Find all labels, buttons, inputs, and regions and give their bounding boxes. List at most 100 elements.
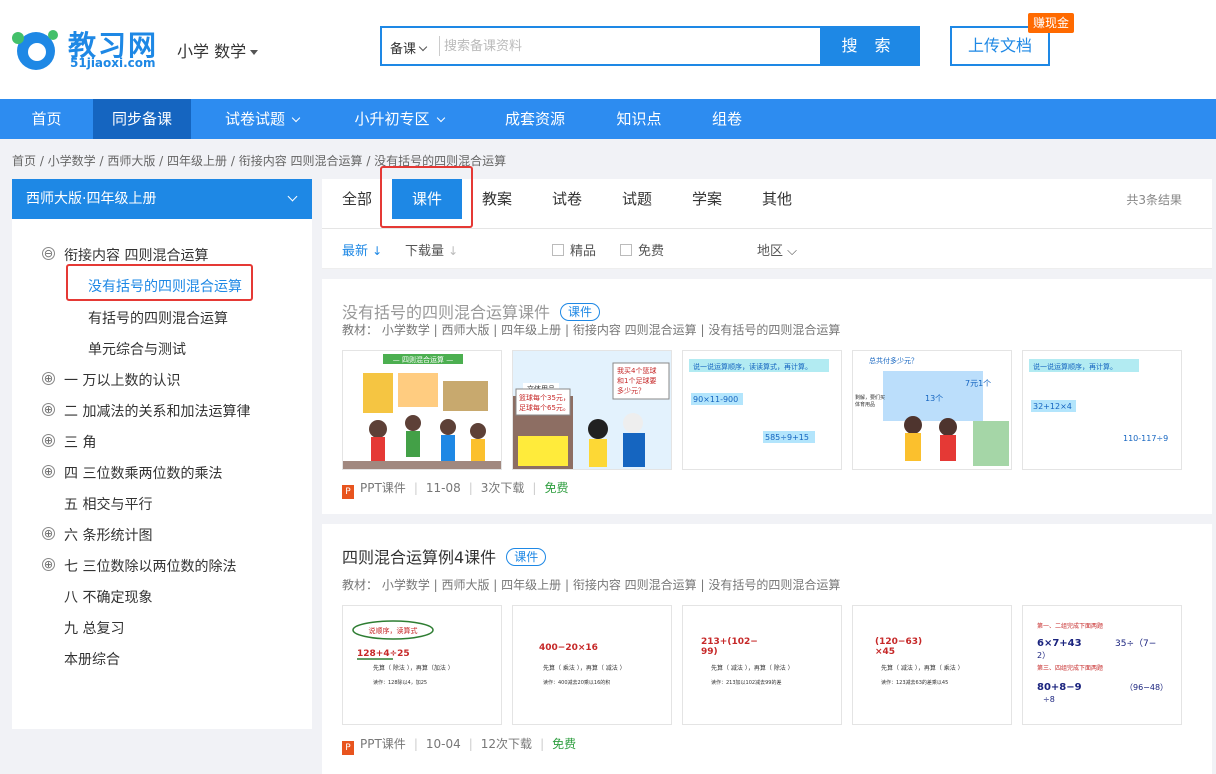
search-button[interactable]: 搜 索	[820, 28, 918, 64]
earn-cash-badge[interactable]: 赚现金	[1028, 13, 1075, 33]
slide-caption: 说一说运算顺序，读读算式，再计算。	[693, 362, 812, 371]
slide-thumbnail[interactable]: 说一说运算顺序，再计算。 32+12×4 110-117÷9	[1022, 350, 1182, 470]
result-title[interactable]: 四则混合运算例4课件 课件	[342, 544, 547, 568]
tree-item[interactable]: ⊕ 四 三位数乘两位数的乘法	[42, 463, 222, 483]
filter-free[interactable]: 免费	[620, 240, 664, 259]
slide-thumbnail[interactable]: 总共付多少元？ 7元1个 13个 剩解，要们买 体育用品	[852, 350, 1012, 470]
slide-text: 7元1个	[965, 379, 991, 388]
slide-thumbnail[interactable]: 第一、二组完成下面两题 6×7+43 35÷（7− 2） 第三、四组完成下面两题…	[1022, 605, 1182, 725]
slide-thumbnail[interactable]: 说一说运算顺序，读读算式，再计算。 90×11-900 585÷9+15	[682, 350, 842, 470]
slide-text: 128+4÷25	[357, 649, 410, 659]
slide-illustration: (120−63) ×45 先算（ 减法 ），再算（ 乘法 ） 读作：123减去6…	[853, 606, 1011, 724]
thumbnail-strip: — 四则混合运算 — 文体用品	[342, 350, 1184, 470]
expand-icon[interactable]: ⊕	[42, 558, 55, 571]
filter-region[interactable]: 地区 ⌵	[757, 240, 797, 259]
tree-item-label: 九 总复习	[64, 621, 125, 637]
tree-item[interactable]: ⊖ 衔接内容 四则混合运算	[42, 245, 208, 265]
nav-papers[interactable]: 试卷试题	[206, 99, 318, 139]
tree-item[interactable]: ⊕ 三 角	[42, 432, 96, 452]
divider: |	[468, 481, 473, 495]
slide-caption: 说一说运算顺序，再计算。	[1033, 362, 1117, 371]
expand-icon[interactable]: ⊕	[42, 434, 55, 447]
nav-resource-sets[interactable]: 成套资源	[490, 99, 580, 139]
slide-text: 99)	[701, 647, 718, 657]
tab-questions[interactable]: 试题	[612, 179, 662, 219]
nav-compose[interactable]: 组卷	[700, 99, 754, 139]
slide-text: (120−63)	[875, 637, 922, 647]
tab-highlight-box	[380, 166, 473, 228]
checkbox-icon[interactable]	[620, 244, 632, 256]
sort-downloads[interactable]: 下载量 ↓	[405, 240, 458, 259]
tree-item[interactable]: 有括号的四则混合运算	[88, 308, 228, 328]
search-type-select[interactable]: 备课	[390, 38, 428, 57]
slide-text: 第三、四组完成下面两题	[1037, 664, 1103, 672]
slide-thumbnail[interactable]: 400−20×16 先算（ 乘法 ），再算（ 减法 ） 读作：400减去20乘以…	[512, 605, 672, 725]
tab-test-papers[interactable]: 试卷	[542, 179, 592, 219]
price-label: 免费	[544, 481, 569, 495]
tree-item[interactable]: ⊕ 七 三位数除以两位数的除法	[42, 556, 236, 576]
nav-graduation[interactable]: 小升初专区	[338, 99, 460, 139]
tree-item[interactable]: 五 相交与平行	[64, 494, 152, 514]
nav-sync-prep[interactable]: 同步备课	[93, 99, 191, 139]
filter-premium[interactable]: 精品	[552, 240, 596, 259]
tab-other[interactable]: 其他	[752, 179, 802, 219]
tab-other-label: 其他	[761, 190, 792, 208]
tree-item-label: 单元综合与测试	[88, 342, 186, 358]
slide-illustration: 说一说运算顺序，读读算式，再计算。 90×11-900 585÷9+15	[683, 351, 841, 469]
type-badge: 课件	[506, 548, 547, 566]
slide-thumbnail[interactable]: (120−63) ×45 先算（ 减法 ），再算（ 乘法 ） 读作：123减去6…	[852, 605, 1012, 725]
site-logo[interactable]: 教习网 51jiaoxi.com	[10, 22, 160, 76]
slide-text: 读作：128除以4，加25	[373, 679, 427, 686]
tab-study-plans[interactable]: 学案	[682, 179, 732, 219]
tree-item[interactable]: 九 总复习	[64, 618, 124, 638]
search-input[interactable]	[444, 34, 814, 58]
search-type-label: 备课	[390, 42, 417, 57]
sort-latest[interactable]: 最新 ↓	[342, 240, 382, 259]
slide-text: 读作：213加以102减去99的差	[711, 679, 781, 686]
result-meta: 教材： 小学数学 | 西师大版 | 四年级上册 | 衔接内容 四则混合运算 | …	[342, 323, 841, 337]
tree-item[interactable]: 单元综合与测试	[88, 339, 186, 359]
nav-knowledge[interactable]: 知识点	[606, 99, 672, 139]
slide-illustration: 400−20×16 先算（ 乘法 ），再算（ 减法 ） 读作：400减去20乘以…	[513, 606, 671, 724]
slide-text: 读作：123减去63的差乘以45	[881, 679, 948, 686]
slide-thumbnail[interactable]: 说顺序，读算式 128+4÷25 先算（ 除法 ），再算（加法 ） 读作：128…	[342, 605, 502, 725]
slide-thumbnail[interactable]: — 四则混合运算 —	[342, 350, 502, 470]
slide-text: 6×7+43	[1037, 638, 1082, 649]
tree-item[interactable]: 八 不确定现象	[64, 587, 152, 607]
expand-icon[interactable]: ⊕	[42, 372, 55, 385]
tab-lesson-plans[interactable]: 教案	[472, 179, 522, 219]
result-meta: 教材： 小学数学 | 西师大版 | 四年级上册 | 衔接内容 四则混合运算 | …	[342, 578, 841, 592]
chevron-down-icon	[418, 42, 428, 52]
expand-icon[interactable]: ⊕	[42, 465, 55, 478]
tree-item-label: 有括号的四则混合运算	[88, 311, 228, 327]
tree-item[interactable]: ⊕ 一 万以上数的认识	[42, 370, 180, 390]
tree-item[interactable]: ⊕ 二 加减法的关系和加法运算律	[42, 401, 250, 421]
tree-item[interactable]: 本册综合	[64, 649, 120, 669]
tab-lesson-plans-label: 教案	[481, 190, 512, 208]
sidebar-header[interactable]: 西师大版·四年级上册	[12, 179, 312, 219]
nav-resource-sets-label: 成套资源	[504, 110, 565, 128]
tree-item[interactable]: ⊕ 六 条形统计图	[42, 525, 152, 545]
tab-all[interactable]: 全部	[332, 179, 382, 219]
chevron-down-icon	[287, 191, 298, 202]
expand-icon[interactable]: ⊕	[42, 527, 55, 540]
result-count: 共3条结果	[1126, 193, 1182, 207]
slide-text: 585÷9+15	[765, 433, 809, 442]
tree-item-label: 本册综合	[64, 652, 120, 668]
result-title-text: 四则混合运算例4课件	[342, 548, 497, 567]
main-nav: 首页 同步备课 试卷试题 小升初专区 成套资源 知识点 组卷	[0, 99, 1216, 139]
nav-home[interactable]: 首页	[0, 99, 93, 139]
checkbox-icon[interactable]	[552, 244, 564, 256]
slide-thumbnail[interactable]: 213+(102− 99) 先算（ 减法 ），再算（ 除法 ） 读作：213加以…	[682, 605, 842, 725]
subject-label: 小学 数学	[177, 42, 247, 61]
result-card: 没有括号的四则混合运算课件 课件 教材： 小学数学 | 西师大版 | 四年级上册 …	[322, 279, 1212, 514]
divider: |	[532, 481, 537, 495]
expand-icon[interactable]: ⊕	[42, 403, 55, 416]
sidebar: 西师大版·四年级上册 ⊖ 衔接内容 四则混合运算 没有括号的四则混合运算 有括号的…	[12, 179, 312, 729]
slide-illustration: 说一说运算顺序，再计算。 32+12×4 110-117÷9	[1023, 351, 1181, 469]
ppt-file-icon: P	[342, 485, 354, 499]
collapse-icon[interactable]: ⊖	[42, 247, 55, 260]
result-title[interactable]: 没有括号的四则混合运算课件 课件	[342, 299, 601, 323]
subject-selector[interactable]: 小学 数学	[177, 38, 259, 62]
slide-thumbnail[interactable]: 文体用品 篮球每个35元， 足球每个65元。 我买4个篮球 和1个足球要 多少元…	[512, 350, 672, 470]
